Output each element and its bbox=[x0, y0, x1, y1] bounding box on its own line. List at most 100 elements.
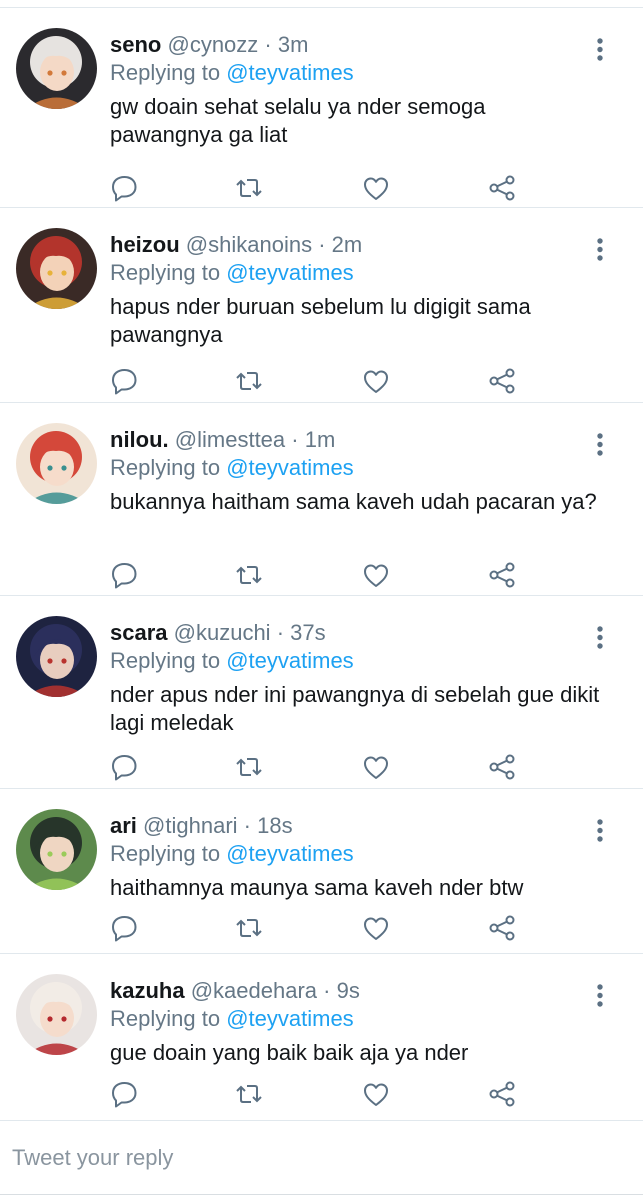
retweet-icon[interactable] bbox=[231, 749, 267, 785]
dot-separator: · bbox=[312, 232, 332, 257]
reply-tweet[interactable]: seno @cynozz · 3m Replying to @teyvatime… bbox=[0, 8, 643, 208]
dot-separator: · bbox=[317, 978, 337, 1003]
reply-tweet[interactable]: ari @tighnari · 18s Replying to @teyvati… bbox=[0, 789, 643, 954]
user-handle[interactable]: @tighnari bbox=[143, 813, 238, 838]
tweet-header: nilou. @limesttea · 1m bbox=[110, 426, 335, 454]
avatar[interactable] bbox=[16, 423, 97, 504]
more-options-icon[interactable] bbox=[588, 425, 612, 465]
avatar[interactable] bbox=[16, 228, 97, 309]
like-icon[interactable] bbox=[358, 557, 394, 593]
user-handle[interactable]: @kuzuchi bbox=[174, 620, 271, 645]
tweet-text: gw doain sehat selalu ya nder semoga paw… bbox=[110, 94, 486, 147]
like-icon[interactable] bbox=[358, 749, 394, 785]
reply-tweet[interactable]: scara @kuzuchi · 37s Replying to @teyvat… bbox=[0, 596, 643, 789]
like-icon[interactable] bbox=[358, 170, 394, 206]
display-name[interactable]: ari bbox=[110, 813, 137, 838]
tweet-text: haithamnya maunya sama kaveh nder btw bbox=[110, 875, 524, 900]
retweet-icon[interactable] bbox=[231, 1076, 267, 1112]
tweet-header: kazuha @kaedehara · 9s bbox=[110, 977, 360, 1005]
reply-tweet[interactable]: nilou. @limesttea · 1m Replying to @teyv… bbox=[0, 403, 643, 596]
reply-icon[interactable] bbox=[106, 363, 142, 399]
more-options-icon[interactable] bbox=[588, 618, 612, 658]
dot-separator: · bbox=[237, 813, 258, 838]
display-name[interactable]: kazuha bbox=[110, 978, 185, 1003]
replying-to-label: Replying to bbox=[110, 60, 221, 85]
more-options-icon[interactable] bbox=[588, 811, 612, 851]
share-icon[interactable] bbox=[484, 170, 520, 206]
user-handle[interactable]: @kaedehara bbox=[191, 978, 317, 1003]
retweet-icon[interactable] bbox=[231, 910, 267, 946]
retweet-icon[interactable] bbox=[231, 170, 267, 206]
replying-to-label: Replying to bbox=[110, 841, 221, 866]
retweet-icon[interactable] bbox=[231, 557, 267, 593]
replying-to-label: Replying to bbox=[110, 260, 221, 285]
tweet-text: nder apus nder ini pawangnya di sebelah … bbox=[110, 682, 600, 735]
timestamp[interactable]: 18s bbox=[257, 813, 292, 838]
tweet-text: gue doain yang baik baik aja ya nder bbox=[110, 1040, 469, 1065]
share-icon[interactable] bbox=[484, 363, 520, 399]
like-icon[interactable] bbox=[358, 1076, 394, 1112]
reply-tweet[interactable]: heizou @shikanoins · 2m Replying to @tey… bbox=[0, 208, 643, 403]
tweet-actions bbox=[0, 170, 643, 206]
top-divider bbox=[0, 0, 643, 8]
tweet-text: hapus nder buruan sebelum lu digigit sam… bbox=[110, 294, 531, 347]
avatar[interactable] bbox=[16, 616, 97, 697]
tweet-actions bbox=[0, 557, 643, 593]
replying-to-line: Replying to @teyvatimes bbox=[110, 59, 354, 87]
avatar[interactable] bbox=[16, 28, 97, 109]
avatar[interactable] bbox=[16, 809, 97, 890]
display-name[interactable]: scara bbox=[110, 620, 168, 645]
tweet-header: heizou @shikanoins · 2m bbox=[110, 231, 362, 259]
mention-link[interactable]: @teyvatimes bbox=[226, 648, 353, 673]
display-name[interactable]: nilou. bbox=[110, 427, 169, 452]
tweet-header: ari @tighnari · 18s bbox=[110, 812, 293, 840]
dot-separator: · bbox=[285, 427, 305, 452]
reply-icon[interactable] bbox=[106, 1076, 142, 1112]
timestamp[interactable]: 3m bbox=[278, 32, 309, 57]
mention-link[interactable]: @teyvatimes bbox=[226, 260, 353, 285]
replying-to-label: Replying to bbox=[110, 648, 221, 673]
display-name[interactable]: heizou bbox=[110, 232, 180, 257]
reply-input[interactable] bbox=[12, 1140, 612, 1176]
reply-icon[interactable] bbox=[106, 749, 142, 785]
user-handle[interactable]: @limesttea bbox=[175, 427, 285, 452]
share-icon[interactable] bbox=[484, 749, 520, 785]
mention-link[interactable]: @teyvatimes bbox=[226, 60, 353, 85]
avatar[interactable] bbox=[16, 974, 97, 1055]
reply-tweet[interactable]: kazuha @kaedehara · 9s Replying to @teyv… bbox=[0, 954, 643, 1121]
replying-to-line: Replying to @teyvatimes bbox=[110, 259, 354, 287]
share-icon[interactable] bbox=[484, 910, 520, 946]
replying-to-line: Replying to @teyvatimes bbox=[110, 840, 354, 868]
more-options-icon[interactable] bbox=[588, 976, 612, 1016]
more-options-icon[interactable] bbox=[588, 30, 612, 70]
reply-icon[interactable] bbox=[106, 170, 142, 206]
tweet-actions bbox=[0, 1076, 643, 1112]
like-icon[interactable] bbox=[358, 910, 394, 946]
tweet-actions bbox=[0, 910, 643, 946]
timestamp[interactable]: 37s bbox=[290, 620, 325, 645]
mention-link[interactable]: @teyvatimes bbox=[226, 455, 353, 480]
composer-underline bbox=[0, 1194, 643, 1195]
reply-icon[interactable] bbox=[106, 557, 142, 593]
retweet-icon[interactable] bbox=[231, 363, 267, 399]
tweet-actions bbox=[0, 363, 643, 399]
timestamp[interactable]: 9s bbox=[337, 978, 360, 1003]
timestamp[interactable]: 2m bbox=[332, 232, 363, 257]
reply-icon[interactable] bbox=[106, 910, 142, 946]
user-handle[interactable]: @cynozz bbox=[167, 32, 258, 57]
display-name[interactable]: seno bbox=[110, 32, 161, 57]
more-options-icon[interactable] bbox=[588, 230, 612, 270]
like-icon[interactable] bbox=[358, 363, 394, 399]
tweet-header: seno @cynozz · 3m bbox=[110, 31, 308, 59]
timestamp[interactable]: 1m bbox=[305, 427, 336, 452]
dot-separator: · bbox=[258, 32, 278, 57]
user-handle[interactable]: @shikanoins bbox=[186, 232, 312, 257]
mention-link[interactable]: @teyvatimes bbox=[226, 841, 353, 866]
tweet-text: bukannya haitham sama kaveh udah pacaran… bbox=[110, 489, 597, 514]
tweet-header: scara @kuzuchi · 37s bbox=[110, 619, 326, 647]
share-icon[interactable] bbox=[484, 557, 520, 593]
mention-link[interactable]: @teyvatimes bbox=[226, 1006, 353, 1031]
replying-to-line: Replying to @teyvatimes bbox=[110, 1005, 354, 1033]
share-icon[interactable] bbox=[484, 1076, 520, 1112]
replying-to-line: Replying to @teyvatimes bbox=[110, 647, 354, 675]
